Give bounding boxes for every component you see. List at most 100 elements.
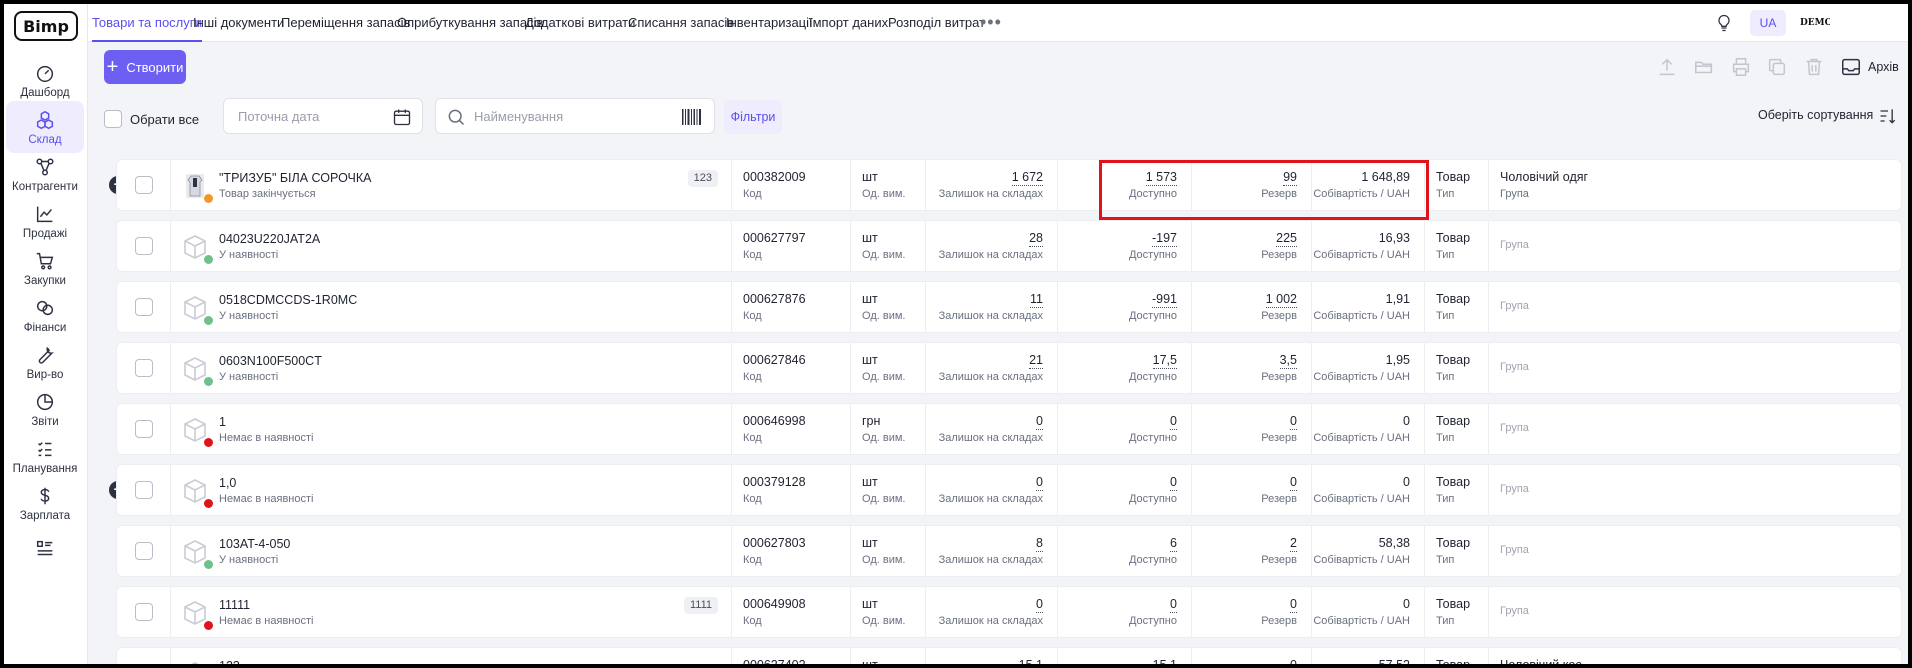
- available-value[interactable]: -197: [1151, 231, 1177, 247]
- group-placeholder[interactable]: Група: [1500, 300, 1529, 312]
- tab-stock-writeoffs[interactable]: Списання запасів: [628, 4, 734, 42]
- create-button[interactable]: + Створити: [104, 50, 186, 84]
- stock-value[interactable]: 0: [1036, 597, 1043, 613]
- row-checkbox[interactable]: [135, 481, 153, 499]
- reserve-value[interactable]: 0: [1290, 414, 1297, 430]
- more-tabs-icon[interactable]: •••: [980, 4, 1002, 42]
- tab-additional-costs[interactable]: Додаткові витрати: [525, 4, 635, 42]
- stock-value[interactable]: 21: [1029, 353, 1043, 369]
- lightbulb-icon[interactable]: [1714, 13, 1734, 33]
- stock-value[interactable]: 1 672: [1011, 170, 1043, 186]
- reserve-value[interactable]: 0: [1290, 597, 1297, 613]
- table-row[interactable]: 1,0 Немає в наявності 000379128 Код шт Од. ви…: [116, 464, 1902, 516]
- tab-other-documents[interactable]: Інші документи: [193, 4, 284, 42]
- select-all[interactable]: Обрати все: [104, 110, 199, 128]
- table-row[interactable]: 04023U220JAT2A У наявності 000627797 Код шт О…: [116, 220, 1902, 272]
- stock-value[interactable]: 8: [1036, 536, 1043, 552]
- available-value[interactable]: 17,5: [1152, 353, 1177, 369]
- group-placeholder[interactable]: Група: [1500, 422, 1529, 434]
- available-value[interactable]: 0: [1170, 475, 1177, 491]
- sidebar-item-contractors[interactable]: Контрагенти: [6, 148, 84, 200]
- filters-button[interactable]: Фільтри: [724, 100, 782, 134]
- sidebar-item-warehouse[interactable]: Склад: [6, 101, 84, 153]
- copy-icon[interactable]: [1766, 56, 1788, 78]
- sidebar-item-reports[interactable]: Звіти: [6, 383, 84, 435]
- sidebar-item-dashboard[interactable]: Дашборд: [6, 54, 84, 106]
- row-checkbox[interactable]: [135, 298, 153, 316]
- stock-value[interactable]: 11: [1030, 292, 1043, 308]
- group-placeholder[interactable]: Група: [1500, 605, 1529, 617]
- row-checkbox[interactable]: [135, 542, 153, 560]
- table-row[interactable]: 0603N100F500CT У наявності 000627846 Код шт О…: [116, 342, 1902, 394]
- date-field[interactable]: [223, 98, 423, 134]
- tab-inventories[interactable]: Інвентаризації: [726, 4, 813, 42]
- reserve-value[interactable]: 0: [1290, 475, 1297, 491]
- available-value[interactable]: 6: [1170, 536, 1177, 552]
- stock-value[interactable]: 15,1: [1018, 658, 1043, 664]
- available-value[interactable]: 0: [1170, 414, 1177, 430]
- product-name[interactable]: "ТРИЗУБ" БІЛА СОРОЧКА: [219, 171, 371, 185]
- table-row[interactable]: "ТРИЗУБ" БІЛА СОРОЧКА Товар закінчується 1…: [116, 159, 1902, 211]
- product-name[interactable]: 1: [219, 415, 226, 429]
- group-placeholder[interactable]: Група: [1500, 361, 1529, 373]
- stock-value[interactable]: 0: [1036, 475, 1043, 491]
- folder-open-icon[interactable]: [1693, 56, 1715, 78]
- table-row[interactable]: 103AT-4-050 У наявності 000627803 Код шт Од. …: [116, 525, 1902, 577]
- search-field[interactable]: [435, 98, 715, 134]
- table-row[interactable]: 123000627402КодштОд. вим.15,1Залишок на …: [116, 647, 1902, 664]
- product-name[interactable]: 11111: [219, 598, 250, 612]
- select-all-checkbox[interactable]: [104, 110, 122, 128]
- product-name[interactable]: 103AT-4-050: [219, 537, 290, 551]
- print-icon[interactable]: [1730, 56, 1752, 78]
- barcode-icon[interactable]: [681, 108, 703, 126]
- available-value[interactable]: 15,1: [1152, 658, 1177, 664]
- tab-products[interactable]: Товари та послуги: [92, 4, 202, 42]
- reserve-value[interactable]: 0: [1290, 658, 1297, 664]
- language-switch[interactable]: UA: [1750, 10, 1786, 36]
- table-row[interactable]: 1 Немає в наявності 000646998 Код грн Од. вим…: [116, 403, 1902, 455]
- sidebar-item-sales[interactable]: Продажі: [6, 195, 84, 247]
- group-placeholder[interactable]: Група: [1500, 239, 1529, 251]
- row-checkbox[interactable]: [135, 359, 153, 377]
- sidebar-item-purchases[interactable]: Закупки: [6, 242, 84, 294]
- archive-button[interactable]: Архів: [1840, 56, 1899, 78]
- product-name[interactable]: 0518CDMCCDS-1R0MC: [219, 293, 357, 307]
- stock-value[interactable]: 28: [1029, 231, 1043, 247]
- table-row[interactable]: 0518CDMCCDS-1R0MC У наявності 000627876 Код…: [116, 281, 1902, 333]
- search-input[interactable]: [474, 99, 664, 133]
- reserve-value[interactable]: 99: [1283, 170, 1297, 186]
- date-input[interactable]: [238, 99, 388, 133]
- tab-data-import[interactable]: Імпорт даних: [809, 4, 888, 42]
- sidebar-item-planning[interactable]: Планування: [6, 430, 84, 482]
- trash-icon[interactable]: [1803, 56, 1825, 78]
- calendar-icon[interactable]: [392, 107, 412, 127]
- product-name[interactable]: 0603N100F500CT: [219, 354, 322, 368]
- stock-value[interactable]: 0: [1036, 414, 1043, 430]
- sidebar-item-salary[interactable]: Зарплата: [6, 477, 84, 529]
- sidebar-item-finance[interactable]: Фінанси: [6, 289, 84, 341]
- group-placeholder[interactable]: Група: [1500, 483, 1529, 495]
- reserve-value[interactable]: 225: [1276, 231, 1297, 247]
- tab-stock-receipts[interactable]: Оприбуткування запасів: [397, 4, 543, 42]
- table-row[interactable]: 11111 Немає в наявності 1111 000649908 Код шт…: [116, 586, 1902, 638]
- sidebar-item-production[interactable]: Вир-во: [6, 336, 84, 388]
- reserve-value[interactable]: 2: [1290, 536, 1297, 552]
- sidebar-item-more[interactable]: [6, 524, 84, 576]
- row-checkbox[interactable]: [135, 603, 153, 621]
- company-logo[interactable]: DEMO: [1800, 12, 1830, 34]
- app-logo[interactable]: Bimp: [14, 11, 78, 41]
- sort-icon[interactable]: [1878, 106, 1898, 126]
- product-name[interactable]: 123: [219, 659, 240, 664]
- available-value[interactable]: 1 573: [1145, 170, 1177, 186]
- row-checkbox[interactable]: [135, 237, 153, 255]
- reserve-value[interactable]: 1 002: [1265, 292, 1297, 308]
- row-checkbox[interactable]: [135, 176, 153, 194]
- sort-select[interactable]: Оберіть сортування: [1758, 108, 1873, 122]
- available-value[interactable]: 0: [1170, 597, 1177, 613]
- tab-cost-allocation[interactable]: Розподіл витрат: [888, 4, 985, 42]
- available-value[interactable]: -991: [1151, 292, 1177, 308]
- tab-stock-transfers[interactable]: Переміщення запасів: [281, 4, 410, 42]
- group-placeholder[interactable]: Група: [1500, 544, 1529, 556]
- row-checkbox[interactable]: [135, 420, 153, 438]
- upload-icon[interactable]: [1656, 56, 1678, 78]
